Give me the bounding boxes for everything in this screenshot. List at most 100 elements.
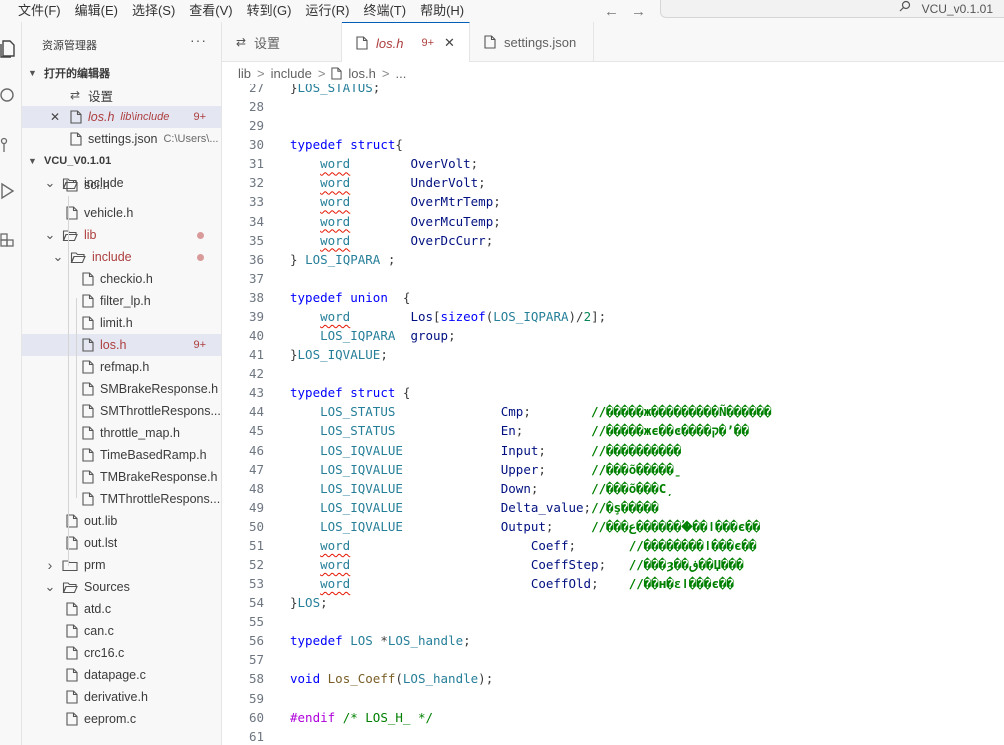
code-token: LOS_IQVALUE <box>297 347 381 363</box>
open-editors-header[interactable]: ▼ 打开的编辑器 <box>22 62 221 84</box>
code-token: LOS_IQVALUE <box>320 518 403 534</box>
menu-item[interactable]: 编辑(E) <box>68 0 125 22</box>
code-token: word <box>320 194 351 210</box>
menu-item[interactable]: 终端(T) <box>356 0 413 22</box>
tree-folder[interactable]: ⌄ Sources <box>22 576 221 598</box>
code-text: LOS_IQVALUE Output; //���ع�������ؙ��ǀ���… <box>290 517 760 536</box>
run-debug-icon[interactable] <box>0 182 16 200</box>
code-line: 30 typedef struct{ <box>222 135 1004 154</box>
code-token: Output <box>500 518 546 534</box>
line-number: 58 <box>248 671 264 687</box>
tab-los-h[interactable]: los.h 9+ ✕ <box>342 22 470 63</box>
line-number: 54 <box>248 595 264 611</box>
menu-item[interactable]: 转到(G) <box>240 0 299 22</box>
menu-bar: 文件(F) 编辑(E) 选择(S) 查看(V) 转到(G) 运行(R) 终端(T) 帮助(H) <box>0 0 471 22</box>
tree-item-label: prm <box>84 558 106 572</box>
tree-folder[interactable]: ⌄ include <box>22 246 221 268</box>
tree-item-label: atd.c <box>84 602 112 616</box>
tab-settings[interactable]: ⇄ 设置 <box>222 22 342 62</box>
breadcrumb-item[interactable]: lib <box>238 66 251 81</box>
code-token: ; <box>545 518 592 534</box>
code-token: word <box>320 175 351 191</box>
line-number: 40 <box>248 328 264 344</box>
code-text: LOS_STATUS En; //�����жϵ��ͼ����ק�’�� <box>290 421 749 440</box>
menu-item[interactable]: 帮助(H) <box>413 0 471 22</box>
line-number: 47 <box>248 461 264 477</box>
tree-file[interactable]: eeprom.c <box>22 708 221 730</box>
code-line: 35 word OverDcCurr; <box>222 231 1004 250</box>
tree-file[interactable]: SMBrakeResponse.h <box>22 378 221 400</box>
tree-folder[interactable]: ⌄ lib <box>22 224 221 246</box>
open-editor-name: settings.json <box>88 132 158 146</box>
tree-file[interactable]: checkio.h <box>22 268 221 290</box>
tree-folder[interactable]: › prm <box>22 554 221 576</box>
close-icon[interactable]: ✕ <box>48 110 62 124</box>
code-token: ; <box>530 480 592 496</box>
tree-file[interactable]: TMBrakeResponse.h <box>22 466 221 488</box>
tree-file[interactable]: sci.h <box>22 180 221 192</box>
tree-file[interactable]: out.lib <box>22 510 221 532</box>
code-line: 40 LOS_IQPARA group; <box>222 326 1004 345</box>
open-editor-item[interactable]: settings.json C:\Users\... <box>22 128 221 150</box>
tree-file[interactable]: filter_lp.h <box>22 290 221 312</box>
tab-settings-json[interactable]: settings.json <box>470 22 594 62</box>
tree-file[interactable]: vehicle.h <box>22 202 221 224</box>
breadcrumb-item[interactable]: include <box>271 66 312 81</box>
tree-file[interactable]: TimeBasedRamp.h <box>22 444 221 466</box>
line-number: 55 <box>248 614 264 630</box>
file-icon <box>66 712 78 726</box>
back-arrow-icon[interactable]: ← <box>604 3 619 20</box>
tree-file[interactable]: out.lst <box>22 532 221 554</box>
tree-file[interactable]: atd.c <box>22 598 221 620</box>
breadcrumb: lib > include > los.h >... <box>222 62 1004 84</box>
close-icon[interactable]: ✕ <box>444 35 455 51</box>
tree-file[interactable]: throttle_map.h <box>22 422 221 444</box>
open-editor-item[interactable]: ✕ los.h lib\include 9+ <box>22 106 221 128</box>
tree-file[interactable]: TMThrottleRespons... <box>22 488 221 510</box>
explorer-icon[interactable] <box>0 40 16 58</box>
menu-item[interactable]: 运行(R) <box>298 0 356 22</box>
tree-file[interactable]: limit.h <box>22 312 221 334</box>
code-token: OverMtrTemp <box>410 194 494 210</box>
file-icon <box>484 35 496 49</box>
breadcrumb-item[interactable]: los.h <box>331 66 376 81</box>
tree-file[interactable]: can.c <box>22 620 221 642</box>
chevron-right-icon: > <box>317 65 326 81</box>
tree-item-label: eeprom.c <box>84 712 137 726</box>
forward-arrow-icon[interactable]: → <box>631 3 646 20</box>
menu-item[interactable]: 查看(V) <box>182 0 239 22</box>
tree-file[interactable]: crc16.c <box>22 642 221 664</box>
tree-file[interactable]: los.h 9+ <box>22 334 221 356</box>
tree-file[interactable]: refmap.h <box>22 356 221 378</box>
open-editor-item[interactable]: ⇄ 设置 <box>22 84 221 106</box>
project-header[interactable]: ▼ VCU_V0.1.01 <box>22 150 221 172</box>
source-control-icon[interactable] <box>0 135 16 153</box>
code-line: 48 LOS_IQVALUE Down; //���õ���С̦ <box>222 479 1004 498</box>
extensions-icon[interactable] <box>0 229 16 247</box>
more-actions-icon[interactable]: ··· <box>190 32 207 48</box>
menu-item[interactable]: 选择(S) <box>125 0 182 22</box>
code-text: word OverDcCurr; <box>290 231 493 250</box>
search-icon[interactable] <box>0 86 16 104</box>
breadcrumb-item[interactable]: ... <box>395 66 406 81</box>
command-center[interactable]: VCU_v0.1.01 <box>660 0 1004 18</box>
code-text: LOS_IQVALUE Down; //���õ���С̦ <box>290 479 674 498</box>
menu-item[interactable]: 文件(F) <box>0 0 68 22</box>
code-token: LOS_IQVALUE <box>320 480 403 496</box>
code-line: 38 typedef union { <box>222 288 1004 307</box>
code-editor[interactable]: 27}LOS_STATUS; 28 29 30 typedef struct{31 wo… <box>222 84 1004 745</box>
tree-item-label: checkio.h <box>100 272 153 286</box>
code-token: //���õ���С̦ <box>591 480 674 496</box>
tree-file[interactable]: datapage.c <box>22 664 221 686</box>
tree-item-label: TMBrakeResponse.h <box>100 470 218 484</box>
tree-file[interactable]: SMThrottleRespons... <box>22 400 221 422</box>
tree-file[interactable]: derivative.h <box>22 686 221 708</box>
file-icon <box>356 36 368 50</box>
